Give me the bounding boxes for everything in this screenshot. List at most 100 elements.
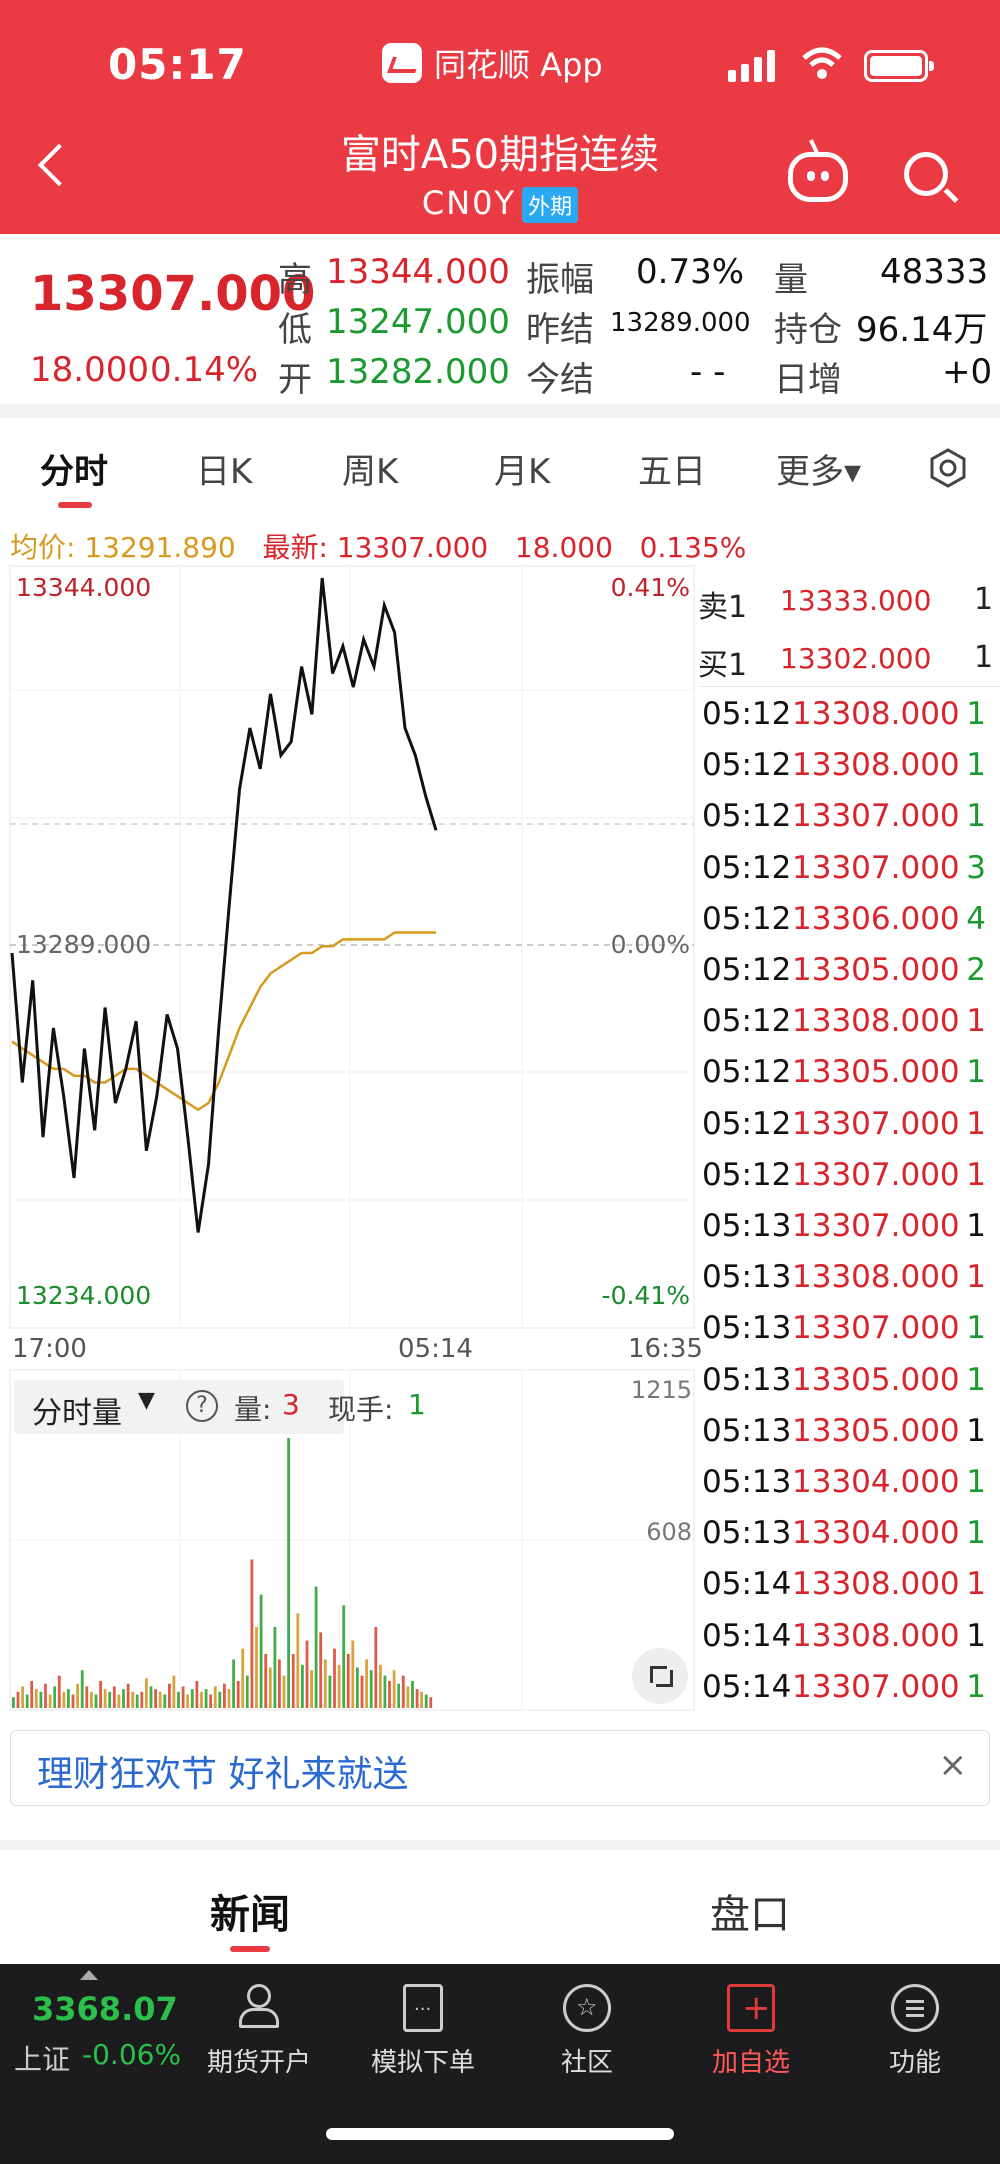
prev-settle-value: 13289.000 (610, 308, 751, 338)
intraday-chart[interactable]: 13344.000 13289.000 13234.000 0.41% 0.00… (0, 564, 700, 1334)
latest-price: 最新: 13307.000 (262, 531, 489, 564)
trade-volume: 1 (966, 747, 986, 784)
trade-row: 05:12 13306.000 4 (702, 901, 994, 945)
trade-volume: 1 (966, 1361, 986, 1398)
home-indicator[interactable] (326, 2128, 674, 2140)
help-icon[interactable]: ? (186, 1390, 218, 1422)
trade-row: 05:13 13305.000 1 (702, 1413, 994, 1457)
trade-time: 05:13 (702, 1259, 792, 1296)
expand-up-icon[interactable] (80, 1970, 98, 1980)
trade-volume: 1 (966, 1208, 986, 1244)
open-value: 13282.000 (326, 352, 510, 392)
tab-five-day[interactable]: 五日 (638, 444, 706, 493)
trade-price: 13307.000 (792, 1668, 960, 1705)
community-button[interactable]: ☆ 社区 (522, 1984, 652, 2079)
dropdown-icon[interactable]: ▼ (138, 1388, 155, 1413)
promo-banner[interactable]: 理财狂欢节 好礼来就送 × (10, 1730, 990, 1806)
volume-bar (264, 1654, 268, 1708)
index-change: -0.06% (82, 2038, 182, 2071)
trade-price: 13308.000 (792, 1566, 960, 1603)
volume-bar (236, 1681, 240, 1708)
amplitude-label: 振幅 (526, 260, 594, 300)
trade-time: 05:14 (702, 1668, 792, 1705)
tab-order-book[interactable]: 盘口 (710, 1882, 790, 1940)
latest-change: 18.000 (514, 531, 613, 564)
volume-bar (34, 1689, 38, 1708)
trade-row: 05:14 13307.000 1 (702, 1669, 994, 1713)
trade-row: 05:14 13308.000 1 (702, 1566, 994, 1610)
volume-bar (301, 1664, 304, 1708)
index-value[interactable]: 3368.07 (32, 1990, 178, 2028)
trade-price: 13306.000 (792, 900, 960, 937)
y-top-label: 13344.000 (16, 573, 151, 602)
pct-bottom-label: -0.41% (602, 1281, 690, 1310)
volume-bar (62, 1691, 66, 1708)
volume-bar (158, 1691, 162, 1708)
trade-time: 05:13 (702, 1310, 792, 1347)
tab-daily-k[interactable]: 日K (196, 444, 252, 493)
sell1-label: 卖1 (698, 590, 748, 625)
volume-bar (190, 1689, 194, 1708)
trade-row: 05:14 13308.000 1 (702, 1618, 994, 1662)
sell1-volume: 1 (974, 582, 994, 617)
trade-time: 05:12 (702, 1105, 792, 1142)
x-tick-start: 17:00 (12, 1334, 87, 1364)
volume-selector[interactable]: 分时量 (32, 1388, 122, 1432)
last-price: 13307.000 (30, 266, 316, 322)
volume-bar (287, 1438, 290, 1708)
trade-row: 05:12 13307.000 1 (702, 1106, 994, 1150)
low-value: 13247.000 (326, 302, 510, 342)
volume-bar (241, 1648, 245, 1708)
tab-weekly-k[interactable]: 周K (342, 444, 398, 493)
banner-text[interactable]: 理财狂欢节 好礼来就送 (37, 1745, 408, 1797)
vol-max-label: 1215 (631, 1376, 692, 1404)
page-title: 富时A50期指连续 (340, 132, 660, 178)
volume-bar (80, 1670, 84, 1708)
settings-icon[interactable] (928, 448, 968, 488)
trade-volume: 1 (966, 1668, 986, 1705)
functions-button[interactable]: 功能 (850, 1984, 980, 2079)
signal-icon (728, 48, 775, 82)
search-icon[interactable] (904, 152, 948, 196)
volume-bar (67, 1689, 70, 1708)
trade-time: 05:13 (702, 1464, 792, 1500)
volume-bar (172, 1675, 176, 1708)
volume-bar (218, 1691, 222, 1708)
tab-monthly-k[interactable]: 月K (494, 444, 550, 493)
high-label: 高 (278, 260, 312, 300)
index-name: 上证 (14, 2043, 71, 2076)
tab-more[interactable]: 更多▾ (776, 444, 861, 493)
volume-bar (145, 1678, 148, 1708)
robot-assistant-icon[interactable] (788, 152, 848, 202)
volume-bar (282, 1675, 286, 1708)
trade-row: 05:12 13308.000 1 (702, 747, 994, 791)
fullscreen-icon[interactable] (632, 1648, 688, 1704)
trade-price: 13307.000 (792, 798, 960, 835)
latest-pct: 0.135% (639, 531, 747, 564)
futures-account-button[interactable]: 期货开户 (194, 1984, 324, 2079)
open-interest-label: 持仓 (774, 310, 842, 350)
battery-icon (864, 50, 934, 82)
chart-info-line: 均价: 13291.890 最新: 13307.000 18.000 0.135… (10, 526, 746, 566)
add-watchlist-button[interactable]: + 加自选 (686, 1984, 816, 2079)
tab-news[interactable]: 新闻 (210, 1882, 290, 1940)
simulated-order-button[interactable]: ··· 模拟下单 (358, 1984, 488, 2079)
volume-bar (108, 1691, 112, 1708)
volume-bar (126, 1683, 130, 1708)
trade-row: 05:13 13307.000 1 (702, 1208, 994, 1252)
close-icon[interactable]: × (939, 1745, 968, 1785)
volume-bar (429, 1697, 433, 1708)
pct-mid-label: 0.00% (611, 930, 690, 959)
volume-bar (328, 1675, 332, 1708)
volume-bar (351, 1640, 355, 1708)
trade-time: 05:13 (702, 1515, 792, 1552)
trade-volume: 1 (966, 696, 986, 732)
trade-volume: 1 (966, 1054, 986, 1091)
volume-bar (53, 1686, 57, 1708)
volume-bar (140, 1691, 144, 1708)
volume-bar (406, 1686, 410, 1708)
trade-row: 05:13 13304.000 1 (702, 1464, 994, 1508)
tab-intraday[interactable]: 分时 (40, 444, 108, 493)
x-tick-end: 16:35 (628, 1334, 703, 1364)
volume-bar (71, 1694, 75, 1708)
